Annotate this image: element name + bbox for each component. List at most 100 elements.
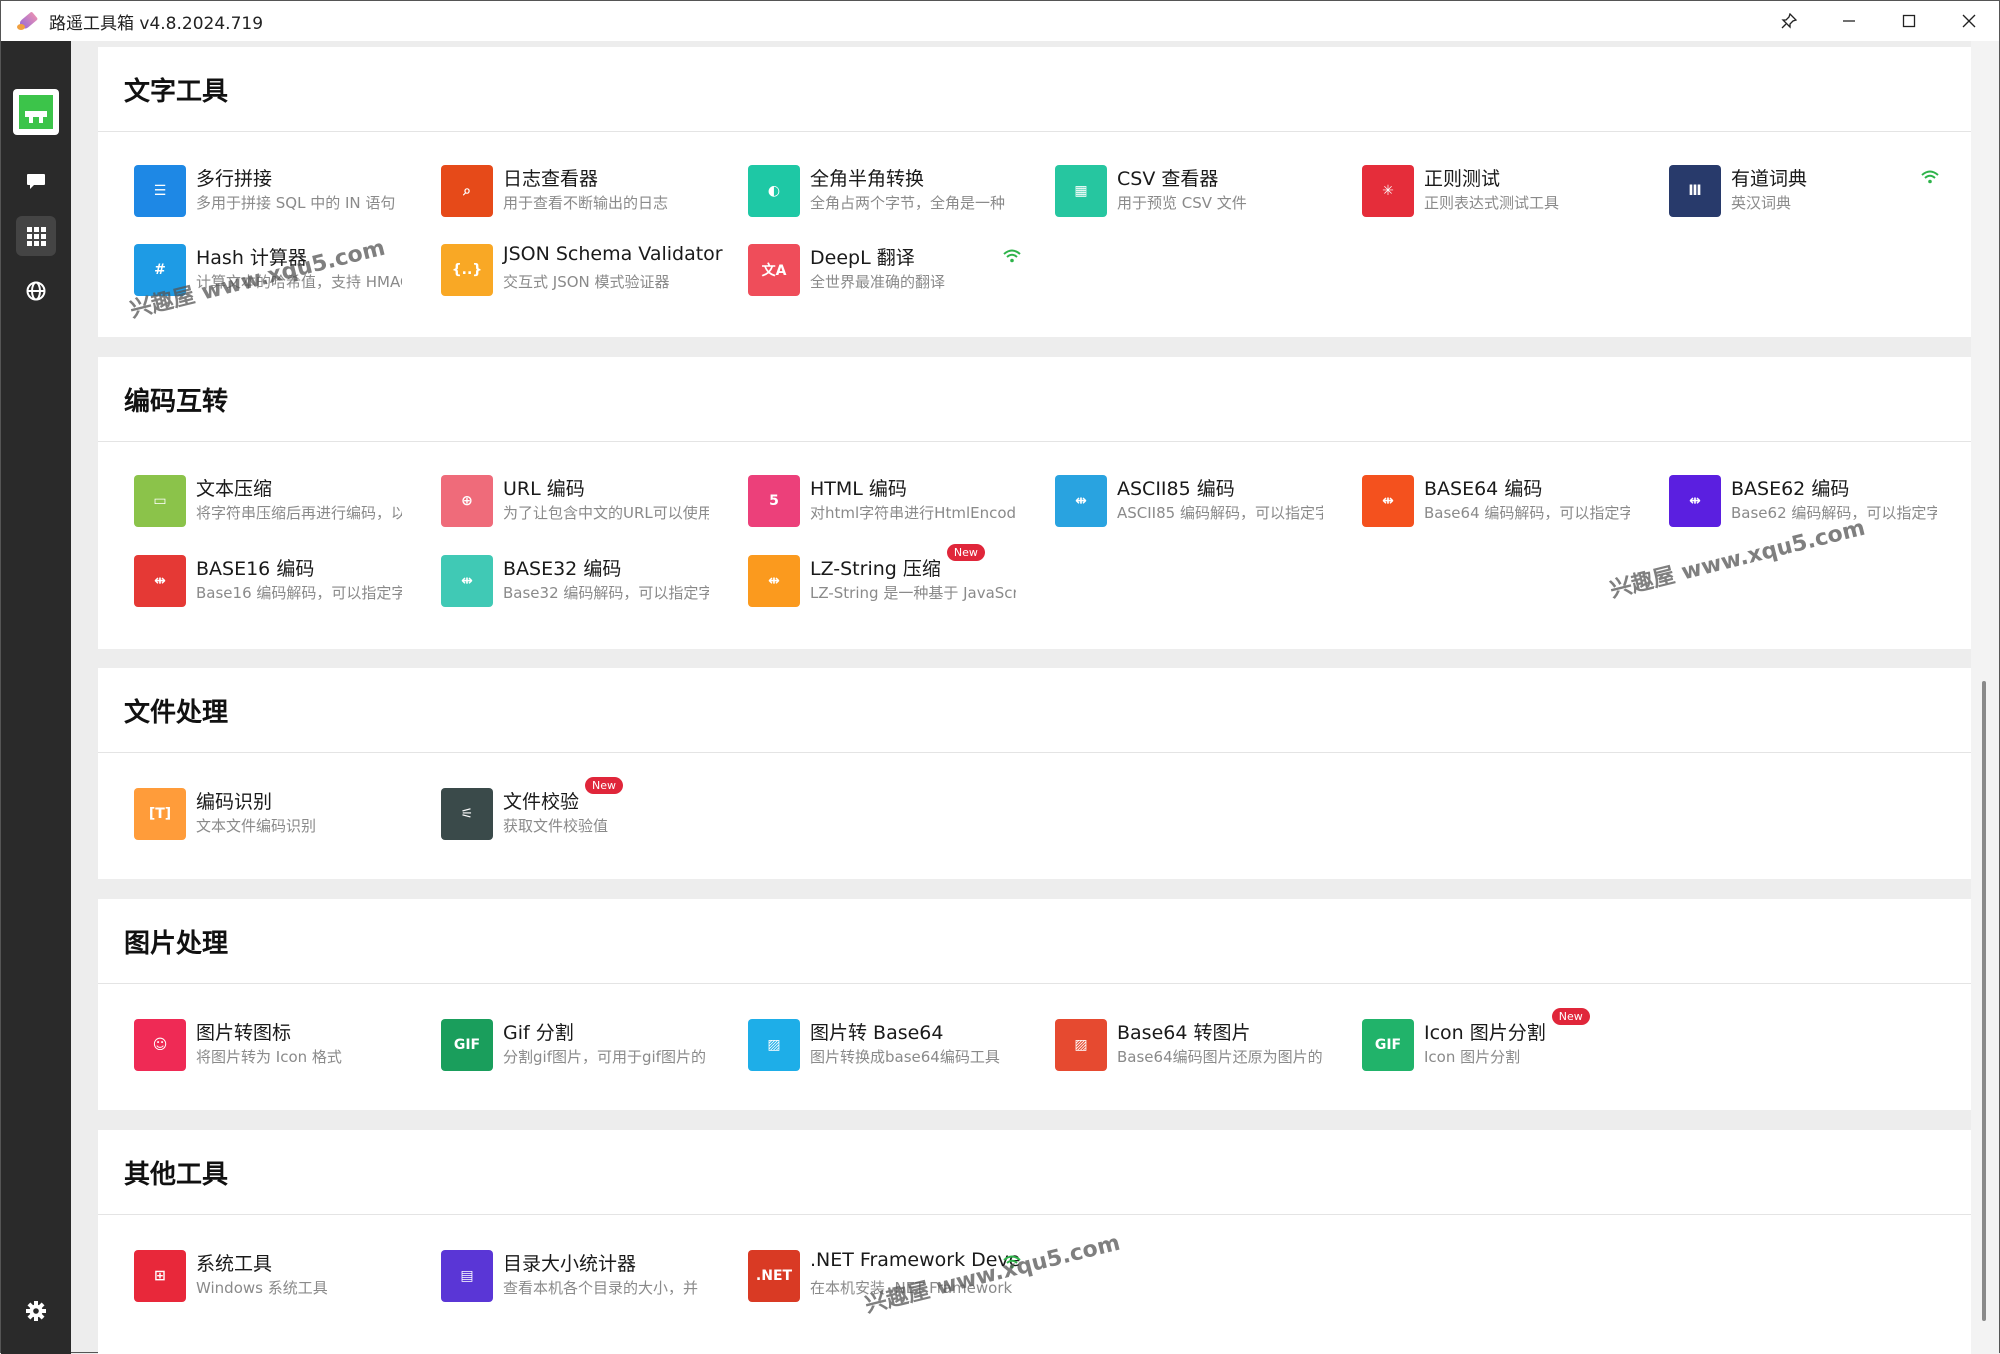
tool-card[interactable]: ⊕ URL 编码 为了让包含中文的URL可以使用 bbox=[441, 470, 741, 530]
tool-card[interactable]: ⇹ BASE32 编码 Base32 编码解码，可以指定字 bbox=[441, 550, 741, 610]
tool-name: Base64 转图片 bbox=[1117, 1022, 1251, 1044]
tool-card[interactable]: ⇹ LZ-String 压缩 New LZ-String 是一种基于 JavaSc… bbox=[748, 544, 1048, 610]
minimize-button[interactable] bbox=[1819, 1, 1879, 41]
encode-arrows-icon: ⇹ bbox=[134, 555, 186, 607]
encode-arrows-icon: ⇹ bbox=[1362, 475, 1414, 527]
tool-name: 目录大小统计器 bbox=[503, 1253, 637, 1275]
tool-card[interactable]: 5 HTML 编码 对html字符串进行HtmlEncode bbox=[748, 470, 1048, 530]
tool-card[interactable]: ⇹ BASE64 编码 Base64 编码解码，可以指定字 bbox=[1362, 470, 1662, 530]
tool-card[interactable]: ▦ CSV 查看器 用于预览 CSV 文件 bbox=[1055, 160, 1355, 220]
tool-card[interactable]: ⊞ 系统工具 Windows 系统工具 bbox=[134, 1245, 434, 1305]
tool-card[interactable]: ◐ 全角半角转换 全角占两个字节，全角是一种 bbox=[748, 160, 1048, 220]
new-badge: New bbox=[946, 544, 985, 561]
section-title: 编码互转 bbox=[124, 386, 229, 417]
chat-icon bbox=[27, 174, 45, 189]
tool-card[interactable]: ⇹ ASCII85 编码 ASCII85 编码解码，可以指定字 bbox=[1055, 470, 1355, 530]
home-logo-button[interactable] bbox=[13, 89, 59, 135]
section-header: 编码互转 bbox=[98, 357, 1971, 442]
tool-card[interactable]: ✳ 正则测试 正则表达式测试工具 bbox=[1362, 160, 1662, 220]
tool-desc: 英汉词典 bbox=[1731, 194, 1792, 212]
dotnet-icon: .NET bbox=[748, 1250, 800, 1302]
search-log-icon: ⌕ bbox=[441, 165, 493, 217]
tool-name: HTML 编码 bbox=[810, 478, 907, 500]
tool-card[interactable]: 文A DeepL 翻译 全世界最准确的翻译 bbox=[748, 239, 1048, 299]
sidebar-item-tools[interactable] bbox=[16, 216, 56, 256]
title-bar: 路遥工具箱 v4.8.2024.719 bbox=[1, 1, 1999, 41]
tool-desc: 将图片转为 Icon 格式 bbox=[196, 1048, 342, 1066]
gif-icon: GIF bbox=[441, 1019, 493, 1071]
close-button[interactable] bbox=[1939, 1, 1999, 41]
tool-card[interactable]: {..} JSON Schema Validator 交互式 JSON 模式验证… bbox=[441, 239, 741, 299]
sidebar-item-chat[interactable] bbox=[16, 161, 56, 201]
section-header: 文件处理 bbox=[98, 668, 1971, 753]
new-badge: New bbox=[585, 777, 624, 794]
tool-name: 有道词典 bbox=[1731, 168, 1808, 190]
tool-desc: Base32 编码解码，可以指定字 bbox=[503, 584, 709, 602]
tool-name: ASCII85 编码 bbox=[1117, 478, 1235, 500]
section-title: 图片处理 bbox=[124, 928, 229, 959]
app-window: 路遥工具箱 v4.8.2024.719 文字工具 ☰ 多行拼接 多用于拼接 SQ… bbox=[0, 0, 2000, 1354]
tool-desc: 获取文件校验值 bbox=[503, 817, 609, 835]
scrollbar-thumb[interactable] bbox=[1982, 681, 1986, 1321]
vertical-scrollbar[interactable] bbox=[1971, 41, 1999, 1354]
tool-card[interactable]: [T] 编码识别 文本文件编码识别 bbox=[134, 783, 434, 843]
sidebar bbox=[1, 41, 71, 1354]
tool-name: Icon 图片分割 New bbox=[1424, 1008, 1590, 1045]
encode-arrows-icon: ⇹ bbox=[748, 555, 800, 607]
windows-logo-icon: ⊞ bbox=[134, 1250, 186, 1302]
maximize-button[interactable] bbox=[1879, 1, 1939, 41]
gif-icon: GIF bbox=[1362, 1019, 1414, 1071]
tool-card[interactable]: ☺ 图片转图标 将图片转为 Icon 格式 bbox=[134, 1014, 434, 1074]
main-content: 文字工具 ☰ 多行拼接 多用于拼接 SQL 中的 IN 语句 ⌕ 日志查看器 用… bbox=[71, 41, 1971, 1354]
tool-card[interactable]: ▭ 文本压缩 将字符串压缩后再进行编码，以 bbox=[134, 470, 434, 530]
tool-name: JSON Schema Validator bbox=[503, 243, 723, 265]
books-icon: Ⅲ bbox=[1669, 165, 1721, 217]
encode-arrows-icon: ⇹ bbox=[441, 555, 493, 607]
tool-name: 文件校验 New bbox=[503, 777, 624, 814]
tool-card[interactable]: Ⅲ 有道词典 英汉词典 bbox=[1669, 160, 1969, 220]
tool-desc: 正则表达式测试工具 bbox=[1424, 194, 1560, 212]
folders-icon: ▤ bbox=[441, 1250, 493, 1302]
minimize-icon bbox=[1843, 20, 1855, 22]
tool-desc: 全角占两个字节，全角是一种 bbox=[810, 194, 1006, 212]
tool-desc: ASCII85 编码解码，可以指定字 bbox=[1117, 504, 1323, 522]
tool-desc: 全世界最准确的翻译 bbox=[810, 273, 946, 291]
section-header: 图片处理 bbox=[98, 899, 1971, 984]
tool-desc: Base16 编码解码，可以指定字 bbox=[196, 584, 402, 602]
tool-card[interactable]: ▨ 图片转 Base64 图片转换成base64编码工具 bbox=[748, 1014, 1048, 1074]
tool-card[interactable]: ⇹ BASE16 编码 Base16 编码解码，可以指定字 bbox=[134, 550, 434, 610]
tool-card[interactable]: GIF Icon 图片分割 New Icon 图片分割 bbox=[1362, 1008, 1662, 1074]
smiley-icon: ☺ bbox=[134, 1019, 186, 1071]
pin-button[interactable] bbox=[1759, 1, 1819, 41]
tool-name-text: 文件校验 bbox=[503, 791, 580, 813]
settings-button[interactable] bbox=[16, 1291, 56, 1331]
tool-name: 系统工具 bbox=[196, 1253, 273, 1275]
tool-name: Gif 分割 bbox=[503, 1022, 574, 1044]
half-circle-icon: ◐ bbox=[748, 165, 800, 217]
regex-asterisk-icon: ✳ bbox=[1362, 165, 1414, 217]
tool-name: 日志查看器 bbox=[503, 168, 599, 190]
tool-desc: Windows 系统工具 bbox=[196, 1279, 328, 1297]
pin-icon bbox=[1781, 13, 1797, 29]
tool-name: 多行拼接 bbox=[196, 168, 273, 190]
tool-card[interactable]: ⌕ 日志查看器 用于查看不断输出的日志 bbox=[441, 160, 741, 220]
html5-icon: 5 bbox=[748, 475, 800, 527]
image-file-icon: ▨ bbox=[748, 1019, 800, 1071]
tool-name: BASE32 编码 bbox=[503, 558, 622, 580]
tool-desc: LZ-String 是一种基于 JavaScript bbox=[810, 584, 1016, 602]
tool-card[interactable]: ☰ 多行拼接 多用于拼接 SQL 中的 IN 语句 bbox=[134, 160, 434, 220]
tool-card[interactable]: ⚟ 文件校验 New 获取文件校验值 bbox=[441, 777, 741, 843]
section-text-tools: 文字工具 ☰ 多行拼接 多用于拼接 SQL 中的 IN 语句 ⌕ 日志查看器 用… bbox=[98, 47, 1971, 337]
tool-name: 文本压缩 bbox=[196, 478, 273, 500]
sidebar-item-web[interactable] bbox=[16, 271, 56, 311]
rocket-logo-icon bbox=[17, 10, 39, 32]
tool-card[interactable]: ▤ 目录大小统计器 查看本机各个目录的大小，并 bbox=[441, 1245, 741, 1305]
gear-icon bbox=[26, 1301, 46, 1321]
tool-desc: 用于预览 CSV 文件 bbox=[1117, 194, 1247, 212]
tool-card[interactable]: GIF Gif 分割 分割gif图片，可用于gif图片的 bbox=[441, 1014, 741, 1074]
tool-card[interactable]: ▨ Base64 转图片 Base64编码图片还原为图片的 bbox=[1055, 1014, 1355, 1074]
spreadsheet-icon: ▦ bbox=[1055, 165, 1107, 217]
tool-desc: Icon 图片分割 bbox=[1424, 1048, 1521, 1066]
maximize-icon bbox=[1902, 14, 1916, 28]
section-title: 文件处理 bbox=[124, 697, 229, 728]
